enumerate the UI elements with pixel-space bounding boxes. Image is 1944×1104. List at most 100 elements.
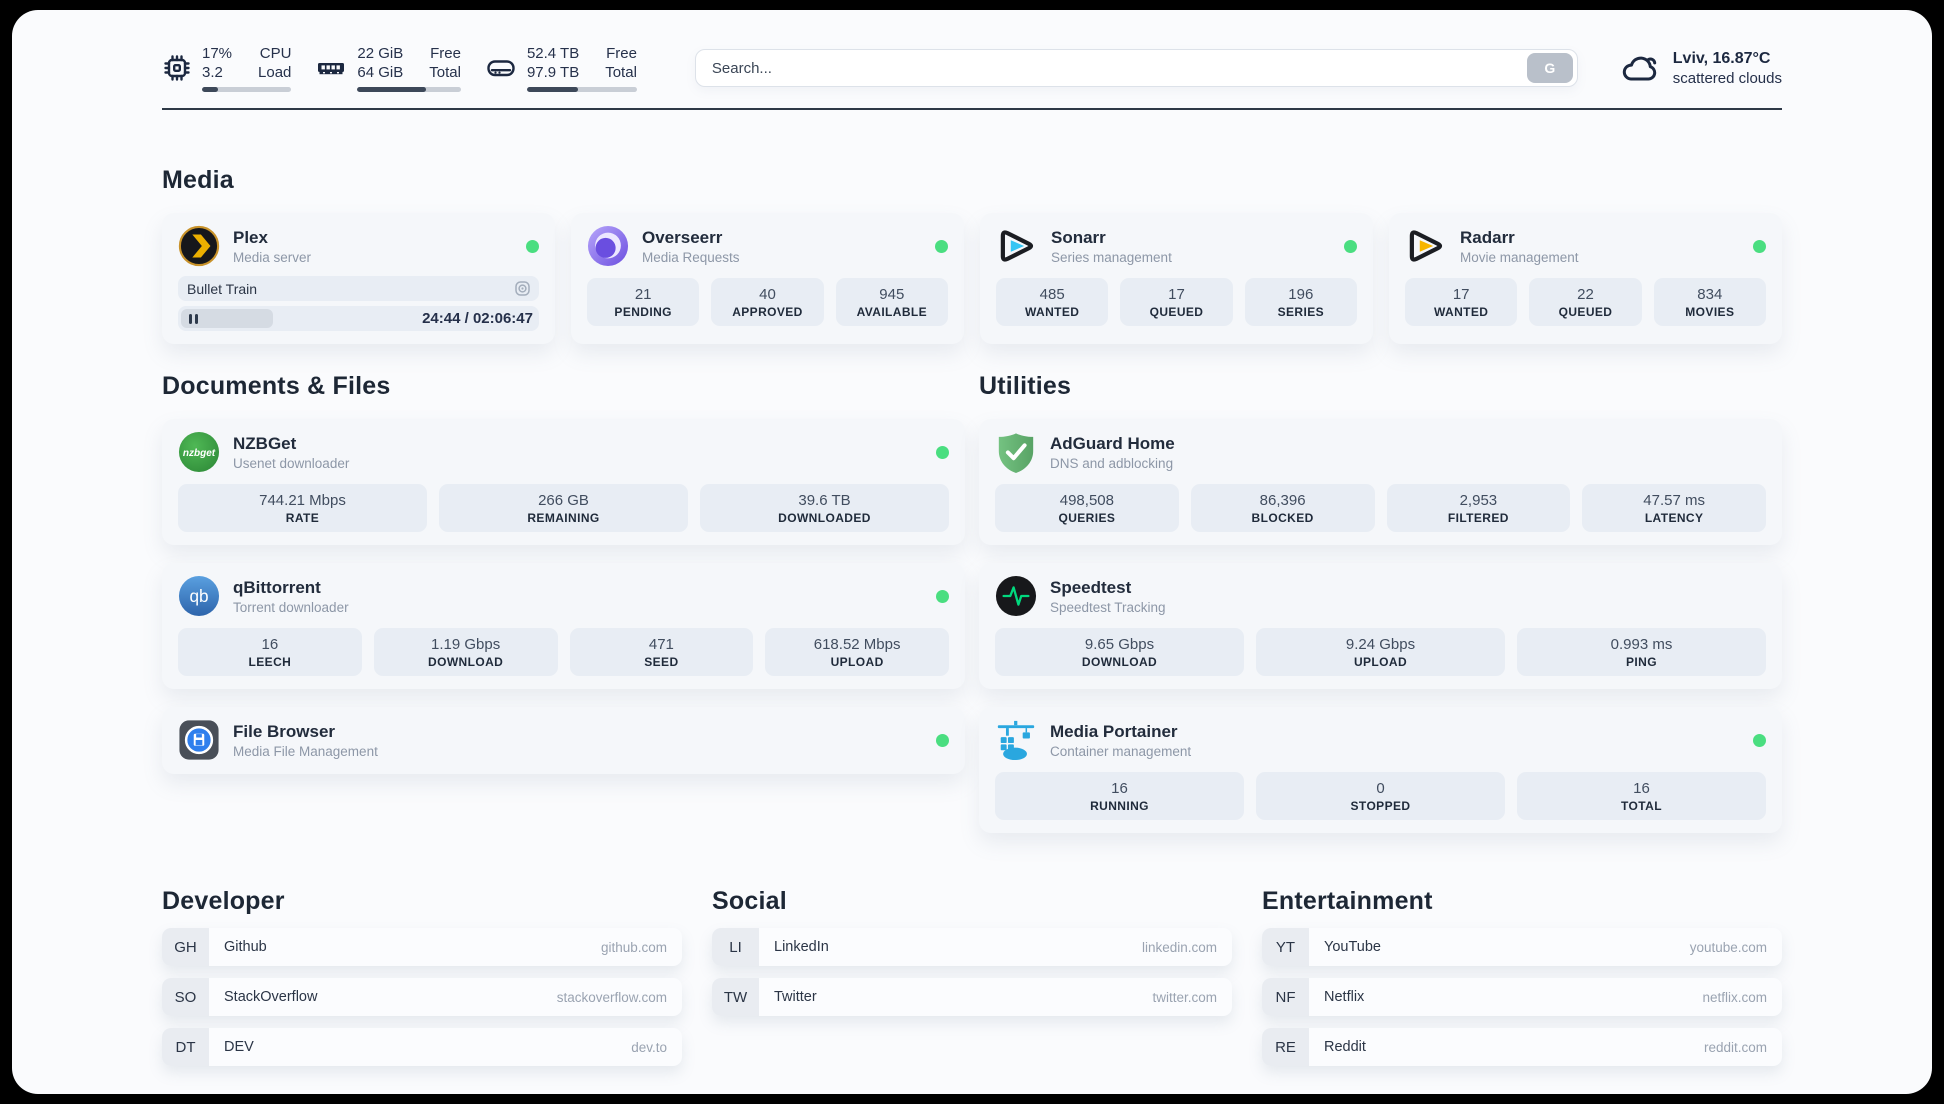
status-online-dot: [935, 239, 948, 253]
stat-box: 22 QUEUED: [1529, 278, 1642, 326]
status-online-dot: [936, 733, 949, 747]
stat-box: 618.52 Mbps UPLOAD: [765, 628, 949, 676]
bookmark-name: StackOverflow: [224, 989, 318, 1005]
app-description: DNS and adblocking: [1050, 455, 1174, 471]
bookmark-name: Twitter: [774, 989, 817, 1005]
service-link-overseerr[interactable]: Overseerr Media Requests: [587, 225, 948, 267]
bookmark-github[interactable]: GH Github github.com: [162, 928, 682, 966]
stat-box: 196 SERIES: [1244, 278, 1357, 326]
ram-label-2: Total: [429, 64, 461, 81]
cpu-widget: 17% 3.2 CPU Load: [162, 44, 292, 92]
qbittorrent-icon: qb: [178, 575, 220, 617]
memory-widget: 22 GiB 64 GiB Free Total: [315, 44, 461, 92]
bookmark-url: netflix.com: [1702, 989, 1767, 1005]
app-name: AdGuard Home: [1050, 433, 1175, 453]
bookmark-name: LinkedIn: [774, 939, 829, 955]
service-link-qbittorrent[interactable]: qb qBittorrent Torrent downloader: [178, 575, 949, 617]
ram-icon: [318, 63, 345, 75]
dashboard-page: 17% 3.2 CPU Load 22 GiB 64 GiB Free Tota…: [12, 10, 1932, 1094]
bookmark-abbr: TW: [712, 978, 759, 1016]
app-description: Speedtest Tracking: [1050, 599, 1166, 615]
app-name: Sonarr: [1051, 227, 1106, 247]
now-playing-title: Bullet Train: [187, 280, 258, 297]
bookmark-netflix[interactable]: NF Netflix netflix.com: [1262, 978, 1782, 1016]
service-link-filebrowser[interactable]: File Browser Media File Management: [178, 719, 949, 761]
stat-box: 16 TOTAL: [1517, 772, 1766, 820]
stat-box: 9.24 Gbps UPLOAD: [1256, 628, 1505, 676]
stat-box: 471 SEED: [569, 628, 754, 676]
bookmark-name: DEV: [224, 1039, 254, 1055]
search-placeholder: Search...: [711, 59, 772, 77]
stat-box: 9.65 Gbps DOWNLOAD: [995, 628, 1244, 676]
stat-box: 47.57 ms LATENCY: [1582, 484, 1766, 532]
card-radarr: Radarr Movie management 17 WANTED 22 QUE…: [1389, 213, 1782, 344]
bookmark-name: Reddit: [1324, 1039, 1366, 1055]
service-link-plex[interactable]: Plex Media server: [178, 225, 539, 267]
card-adguard: AdGuard Home DNS and adblocking 498,508 …: [979, 419, 1782, 545]
ram-label-1: Free: [430, 45, 461, 62]
nzbget-icon: nzbget: [178, 431, 220, 473]
ram-total-value: 64 GiB: [357, 64, 404, 81]
status-online-dot: [936, 589, 949, 603]
disk-label-2: Total: [605, 64, 637, 81]
now-playing-row: Bullet Train: [178, 276, 539, 301]
bookmark-stackoverflow[interactable]: SO StackOverflow stackoverflow.com: [162, 978, 682, 1016]
app-description: Media File Management: [233, 743, 378, 759]
bookmark-linkedin[interactable]: LI LinkedIn linkedin.com: [712, 928, 1232, 966]
service-link-nzbget[interactable]: nzbget NZBGet Usenet downloader: [178, 431, 949, 473]
stat-box: 21 PENDING: [587, 278, 700, 326]
section-utilities: Utilities AdGuard Home DNS and adblockin…: [979, 372, 1782, 833]
bookmark-twitter[interactable]: TW Twitter twitter.com: [712, 978, 1232, 1016]
app-name: Radarr: [1460, 227, 1515, 247]
service-link-sonarr[interactable]: Sonarr Series management: [996, 225, 1357, 267]
bookmark-name: Github: [224, 939, 267, 955]
portainer-icon: [995, 719, 1037, 761]
stat-box: 17 WANTED: [1405, 278, 1518, 326]
service-link-speedtest[interactable]: Speedtest Speedtest Tracking: [995, 575, 1766, 617]
bookmark-group-title: Entertainment: [1262, 887, 1433, 915]
stat-box: 485 WANTED: [996, 278, 1109, 326]
ram-free-value: 22 GiB: [357, 45, 404, 62]
bookmark-url: linkedin.com: [1141, 939, 1217, 955]
stat-box: 17 QUEUED: [1120, 278, 1233, 326]
plex-icon: [178, 225, 220, 267]
service-link-portainer[interactable]: Media Portainer Container management: [995, 719, 1766, 761]
stat-box: 40 APPROVED: [711, 278, 824, 326]
disk-free-value: 52.4 TB: [526, 45, 580, 62]
disk-widget: 52.4 TB 97.9 TB Free Total: [485, 44, 637, 92]
search-input[interactable]: Search... G: [694, 49, 1578, 87]
overseerr-icon: [587, 225, 629, 267]
card-plex: Plex Media server Bullet Train 24:44 / 0…: [162, 213, 555, 344]
video-session-icon: [515, 281, 530, 296]
app-name: qBittorrent: [233, 577, 321, 597]
bookmark-youtube[interactable]: YT YouTube youtube.com: [1262, 928, 1782, 966]
cpu-load-value: 3.2: [202, 64, 223, 81]
app-name: Overseerr: [642, 227, 723, 247]
bookmark-reddit[interactable]: RE Reddit reddit.com: [1262, 1028, 1782, 1066]
app-name: NZBGet: [233, 433, 297, 453]
app-description: Usenet downloader: [233, 455, 350, 471]
service-link-adguard[interactable]: AdGuard Home DNS and adblocking: [995, 431, 1766, 473]
cpu-icon: [164, 55, 190, 81]
player-control-row: 24:44 / 02:06:47: [178, 306, 539, 331]
service-link-radarr[interactable]: Radarr Movie management: [1405, 225, 1766, 267]
app-description: Series management: [1051, 249, 1172, 265]
bookmark-dev[interactable]: DT DEV dev.to: [162, 1028, 682, 1066]
bookmark-url: dev.to: [631, 1039, 667, 1055]
app-name: Speedtest: [1050, 577, 1132, 597]
bookmark-group-developer: Developer GH Github github.com SO StackO…: [162, 887, 682, 1066]
header-divider: [162, 108, 1782, 110]
disk-total-value: 97.9 TB: [526, 64, 580, 81]
bookmark-abbr: DT: [162, 1028, 209, 1066]
app-description: Movie management: [1460, 249, 1579, 265]
app-description: Container management: [1050, 743, 1192, 759]
bookmark-abbr: LI: [712, 928, 759, 966]
card-filebrowser: File Browser Media File Management: [162, 707, 965, 774]
playback-time: 24:44 / 02:06:47: [422, 310, 533, 327]
pause-button[interactable]: [181, 309, 273, 328]
card-nzbget: nzbget NZBGet Usenet downloader 744.21 M…: [162, 419, 965, 545]
stat-box: 0 STOPPED: [1256, 772, 1505, 820]
search-provider-button[interactable]: G: [1526, 53, 1573, 83]
bookmark-abbr: RE: [1262, 1028, 1309, 1066]
status-online-dot: [1753, 733, 1766, 747]
